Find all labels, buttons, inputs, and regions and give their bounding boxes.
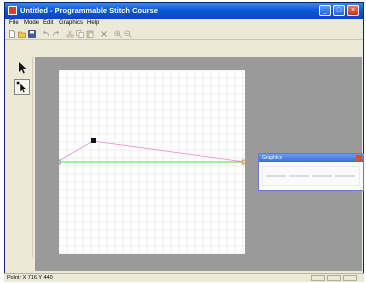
open-folder-icon[interactable] xyxy=(18,30,26,38)
status-bar: Point: X 716 Y 440 xyxy=(4,273,364,282)
menu-graphics[interactable]: Graphics xyxy=(59,20,83,26)
start-node-handle[interactable] xyxy=(59,159,61,165)
redo-icon[interactable] xyxy=(52,30,60,38)
end-node-handle[interactable] xyxy=(241,159,245,165)
graphics-panel-title: Graphics xyxy=(262,155,283,161)
status-pane xyxy=(327,275,341,281)
menu-file[interactable]: File xyxy=(9,20,19,26)
zoom-out-icon[interactable] xyxy=(124,30,132,38)
menu-edit[interactable]: Edit xyxy=(43,20,53,26)
paste-icon[interactable] xyxy=(86,30,94,38)
minimize-button[interactable]: _ xyxy=(319,5,331,16)
pointer-arrow-icon[interactable] xyxy=(14,60,30,76)
control-node-handle[interactable] xyxy=(91,138,96,143)
maximize-button[interactable]: □ xyxy=(333,5,345,16)
delete-icon[interactable] xyxy=(100,30,108,38)
window-title: Untitled - Programmable Stitch Course xyxy=(20,6,158,15)
graphics-panel: Graphics xyxy=(258,153,364,191)
status-pane xyxy=(343,275,357,281)
stitch-preview xyxy=(262,166,360,186)
node-arrow-icon[interactable] xyxy=(14,79,30,95)
menu-mode[interactable]: Mode xyxy=(24,20,39,26)
save-icon[interactable] xyxy=(28,30,36,38)
stitch-grid-canvas[interactable] xyxy=(59,70,245,254)
new-file-icon[interactable] xyxy=(8,30,16,38)
status-text: Point: X 716 Y 440 xyxy=(7,275,53,281)
menu-help[interactable]: Help xyxy=(87,20,99,26)
status-pane xyxy=(311,275,325,281)
zoom-in-icon[interactable] xyxy=(114,30,122,38)
menu-bar: File Mode Edit Graphics Help xyxy=(5,19,363,28)
app-icon xyxy=(8,6,17,15)
copy-icon[interactable] xyxy=(76,30,84,38)
tool-palette xyxy=(11,57,33,257)
panel-close-icon[interactable] xyxy=(356,155,362,161)
undo-icon[interactable] xyxy=(42,30,50,38)
cut-icon[interactable] xyxy=(66,30,74,38)
graphics-panel-titlebar[interactable]: Graphics xyxy=(259,154,363,162)
toolbar xyxy=(5,28,363,40)
close-button[interactable]: × xyxy=(347,5,359,16)
title-bar[interactable]: Untitled - Programmable Stitch Course _ … xyxy=(5,3,363,19)
